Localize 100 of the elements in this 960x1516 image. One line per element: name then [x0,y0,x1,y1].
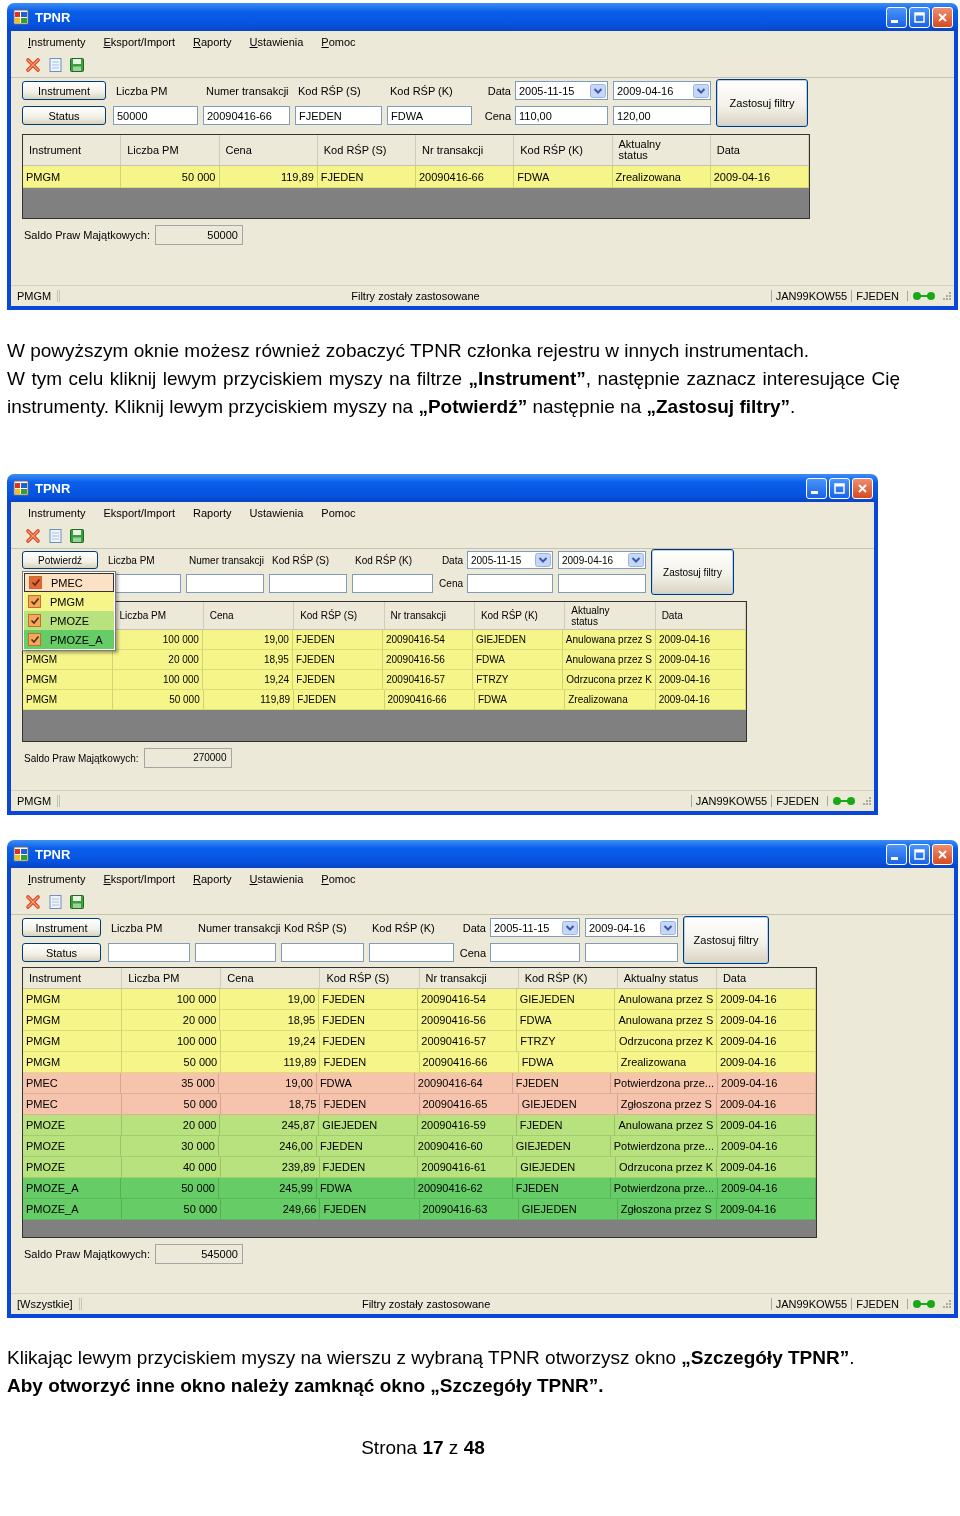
balance-field: 50000 [154,225,243,245]
input-field[interactable] [490,943,580,962]
date-dropdown[interactable]: 2005-11-15 [490,918,580,937]
table-row[interactable]: PMGM 50 000 119,89 FJEDEN 20090416-66 FDWA Zrealizowana 2009-04-16 [23,166,809,188]
input-field[interactable] [369,943,454,962]
apply-filters-button[interactable]: Zastosuj filtry [716,79,808,127]
input-field[interactable]: 110,00 [515,106,608,125]
menu-item[interactable]: Raporty [184,507,241,524]
menu-item[interactable]: Eksport/Import [94,507,184,524]
menu-item[interactable]: Raporty [184,36,241,53]
filter-button[interactable]: Instrument [22,918,101,937]
caret-icon[interactable] [693,83,709,98]
table-row[interactable]: PMGM 50 000 119,89 FJEDEN 20090416-66 FDWA Zrealizowana 2009-04-16 [23,690,746,710]
caret-icon[interactable] [628,553,644,567]
filter-button[interactable]: Potwierdź [22,551,98,569]
dropdown-item[interactable]: PMOZE_A [24,630,114,649]
menu-item[interactable]: Instrumenty [19,507,95,524]
apply-filters-button[interactable]: Zastosuj filtry [683,916,769,964]
dropdown-item[interactable]: PMOZE [24,611,114,630]
delete-icon[interactable] [25,528,41,544]
input-field[interactable] [281,943,364,962]
input-field[interactable] [352,574,433,593]
input-field[interactable] [269,574,347,593]
delete-icon[interactable] [25,894,41,910]
input-field[interactable]: FJEDEN [295,106,382,125]
table-row[interactable]: PMOZE_A 50 000 245,99 FDWA 20090416-62 FJEDEN Potwierdzona prze... 2009-04-16 [23,1178,816,1199]
input-field[interactable] [558,574,646,593]
dropdown-item[interactable]: PMGM [24,592,114,611]
checkbox[interactable] [29,576,42,589]
maximize-button[interactable] [909,843,930,865]
balance-field: 545000 [154,1244,243,1264]
menu-item[interactable]: Ustawienia [240,36,313,53]
resize-grip-icon[interactable] [862,796,872,806]
minimize-button[interactable] [806,477,827,499]
input-field[interactable] [467,574,553,593]
filter-button[interactable]: Instrument [22,81,106,100]
input-field[interactable]: 50000 [113,106,198,125]
menu-item[interactable]: Pomoc [312,873,365,890]
menu-item[interactable]: Instrumenty [19,36,95,53]
paragraph: Aby otworzyć inne okno należy zamknąć okno „Szczegóły TPNR”. [7,1374,605,1398]
minimize-button[interactable] [886,843,907,865]
menu-item[interactable]: Pomoc [312,36,365,53]
table-row[interactable]: PMEC 50 000 18,75 FJEDEN 20090416-65 GIEJEDEN Zgłoszona przez S 2009-04-16 [23,1094,816,1115]
input-field[interactable]: 20090416-66 [203,106,290,125]
maximize-button[interactable] [909,6,930,28]
checkbox[interactable] [28,633,41,646]
save-icon[interactable] [69,894,85,910]
menu-item[interactable]: Ustawienia [240,507,313,524]
document-icon[interactable] [47,57,63,73]
table-row[interactable]: PMOZE 40 000 239,89 FJEDEN 20090416-61 GIEJEDEN Odrzucona przez K 2009-04-16 [23,1157,816,1178]
menu-item[interactable]: Eksport/Import [94,36,184,53]
close-button[interactable] [932,6,953,28]
apply-filters-button[interactable]: Zastosuj filtry [651,549,734,595]
input-field[interactable]: 120,00 [613,106,711,125]
date-dropdown[interactable]: 2009-04-16 [585,918,678,937]
filter-button[interactable]: Status [22,943,101,962]
input-field[interactable] [108,943,190,962]
checkbox[interactable] [28,614,41,627]
menu-item[interactable]: Eksport/Import [94,873,184,890]
dropdown-item[interactable]: PMEC [24,573,114,592]
delete-icon[interactable] [25,57,41,73]
save-icon[interactable] [69,57,85,73]
menu-item[interactable]: Raporty [184,873,241,890]
input-field[interactable] [585,943,678,962]
menu-item[interactable]: Pomoc [312,507,365,524]
caret-icon[interactable] [535,553,551,567]
table-row[interactable]: PMOZE_A 50 000 249,66 FJEDEN 20090416-63 GIEJEDEN Zgłoszona przez S 2009-04-16 [23,1199,816,1220]
table-row[interactable]: PMOZE 30 000 246,00 FJEDEN 20090416-60 GIEJEDEN Potwierdzona prze... 2009-04-16 [23,1136,816,1157]
document-icon[interactable] [47,528,63,544]
date-dropdown[interactable]: 2005-11-15 [467,551,553,569]
table-row[interactable]: PMGM 20 000 18,95 FJEDEN 20090416-56 FDWA Anulowana przez S 2009-04-16 [23,650,746,670]
save-icon[interactable] [69,528,85,544]
table-row[interactable]: PMGM 100 000 19,24 FJEDEN 20090416-57 FTRZY Odrzucona przez K 2009-04-16 [23,670,746,690]
table-row[interactable]: PMOZE 20 000 245,87 GIEJEDEN 20090416-59 FJEDEN Anulowana przez S 2009-04-16 [23,1115,816,1136]
document-icon[interactable] [47,894,63,910]
input-field[interactable] [195,943,276,962]
status-panel: FJEDEN [771,795,823,807]
table-row[interactable]: PMGM 20 000 18,95 FJEDEN 20090416-56 FDWA Anulowana przez S 2009-04-16 [23,1010,816,1031]
close-button[interactable] [932,843,953,865]
input-field[interactable] [186,574,264,593]
input-field[interactable]: FDWA [387,106,472,125]
close-button[interactable] [852,477,873,499]
checkbox[interactable] [28,595,41,608]
table-row[interactable]: PMGM 100 000 19,24 FJEDEN 20090416-57 FTRZY Odrzucona przez K 2009-04-16 [23,1031,816,1052]
date-dropdown[interactable]: 2009-04-16 [558,551,646,569]
date-dropdown[interactable]: 2005-11-15 [515,81,608,100]
resize-grip-icon[interactable] [942,291,952,301]
caret-icon[interactable] [590,83,606,98]
table-row[interactable]: PMGM 100 000 19,00 FJEDEN 20090416-54 GIEJEDEN Anulowana przez S 2009-04-16 [23,989,816,1010]
caret-icon[interactable] [660,920,676,935]
table-row[interactable]: PMEC 35 000 19,00 FDWA 20090416-64 FJEDEN Potwierdzona prze... 2009-04-16 [23,1073,816,1094]
caret-icon[interactable] [562,920,578,935]
minimize-button[interactable] [886,6,907,28]
table-row[interactable]: PMGM 50 000 119,89 FJEDEN 20090416-66 FDWA Zrealizowana 2009-04-16 [23,1052,816,1073]
date-dropdown[interactable]: 2009-04-16 [613,81,711,100]
resize-grip-icon[interactable] [942,1299,952,1309]
filter-button[interactable]: Status [22,106,106,125]
menu-item[interactable]: Instrumenty [19,873,95,890]
menu-item[interactable]: Ustawienia [240,873,313,890]
maximize-button[interactable] [829,477,850,499]
